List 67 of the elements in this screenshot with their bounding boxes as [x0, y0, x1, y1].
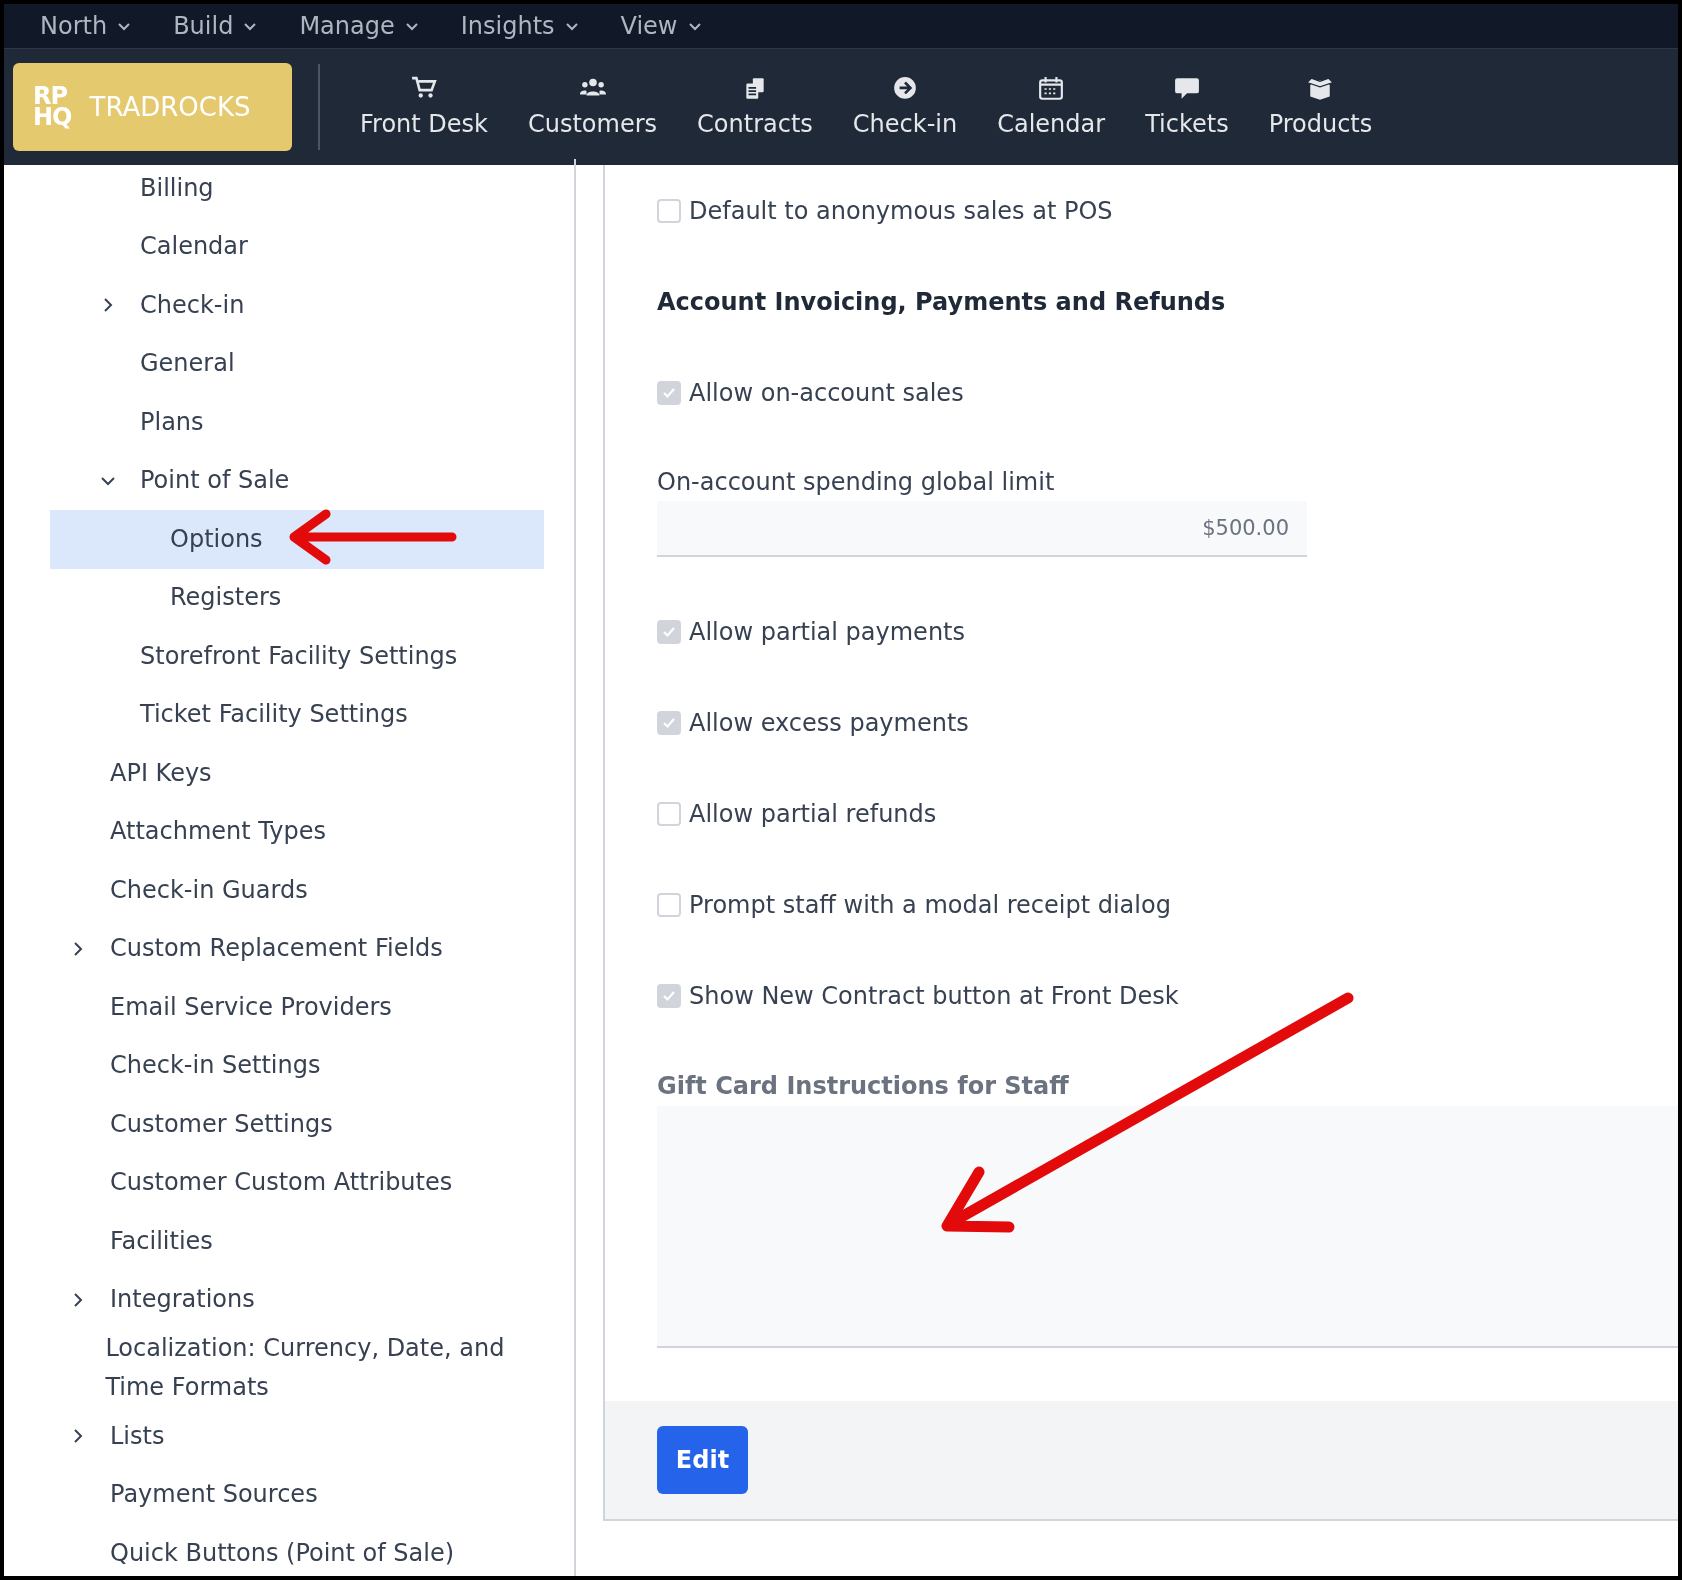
logo-name: TRADROCKS	[89, 92, 251, 122]
sidebar-item[interactable]: Facilities	[50, 1212, 544, 1271]
sidebar-item[interactable]: Quick Buttons (Point of Sale)	[50, 1524, 544, 1576]
checkbox[interactable]	[657, 710, 681, 735]
chevron-icon	[117, 21, 132, 31]
sidebar-item[interactable]: Localization: Currency, Date, and Time Formats	[50, 1329, 544, 1407]
box-icon	[1306, 76, 1335, 102]
checkbox-label: Allow partial payments	[689, 617, 965, 646]
nav-item[interactable]: Check-in	[836, 70, 974, 144]
checkbox-label: Prompt staff with a modal receipt dialog	[689, 890, 1171, 919]
nav-item[interactable]: Front Desk	[344, 70, 504, 144]
nav-item[interactable]: Tickets	[1129, 70, 1245, 144]
checkbox-label: Allow on-account sales	[689, 378, 964, 407]
calendar-icon	[1037, 76, 1066, 102]
nav-item[interactable]: Customers	[512, 70, 674, 144]
sidebar-item[interactable]: Customer Custom Attributes	[50, 1153, 544, 1212]
sidebar-item[interactable]: Point of Sale	[50, 451, 544, 510]
menu-item[interactable]: Manage	[295, 12, 423, 40]
checkbox-label: Allow excess payments	[689, 708, 969, 737]
checkbox[interactable]	[657, 892, 681, 917]
sidebar-item[interactable]: Plans	[50, 393, 544, 452]
menu-item[interactable]: Insights	[456, 12, 583, 40]
checkbox[interactable]	[657, 198, 681, 223]
nav-item[interactable]: Products	[1252, 70, 1389, 144]
sidebar-item[interactable]: Lists	[50, 1407, 544, 1466]
field-label: Gift Card Instructions for Staff	[657, 1072, 1070, 1100]
sidebar-item[interactable]: Ticket Facility Settings	[50, 685, 544, 744]
sidebar-item[interactable]: Customer Settings	[50, 1095, 544, 1154]
sidebar-item[interactable]: Payment Sources	[50, 1465, 544, 1524]
nav-item[interactable]: Contracts	[681, 70, 829, 144]
field-label: On-account spending global limit	[657, 468, 1056, 496]
checkbox[interactable]	[657, 983, 681, 1008]
checkbox-label: Show New Contract button at Front Desk	[689, 981, 1179, 1010]
edit-button[interactable]: Edit	[657, 1426, 748, 1494]
checkbox[interactable]	[657, 801, 681, 826]
sidebar-item[interactable]: Registers	[50, 568, 544, 627]
sidebar-item[interactable]: Custom Replacement Fields	[50, 919, 544, 978]
chevron-icon	[687, 21, 702, 31]
input-field[interactable]: $500.00	[657, 501, 1307, 557]
checkbox-label: Default to anonymous sales at POS	[689, 196, 1113, 225]
section-heading: Account Invoicing, Payments and Refunds	[657, 286, 1227, 318]
logo-mark: RP	[33, 86, 68, 107]
sidebar-item[interactable]: Attachment Types	[50, 802, 544, 861]
menu-item[interactable]: Build	[169, 12, 262, 40]
sidebar-item[interactable]: Billing	[50, 159, 544, 218]
sidebar-item[interactable]: Calendar	[50, 217, 544, 276]
sidebar-item[interactable]: Storefront Facility Settings	[50, 627, 544, 686]
sidebar-item[interactable]: Check-in Settings	[50, 1036, 544, 1095]
menu-item[interactable]: North	[36, 12, 136, 40]
sidebar-item[interactable]: Check-in	[50, 276, 544, 335]
sidebar-item[interactable]: API Keys	[50, 744, 544, 803]
sidebar-item[interactable]: Integrations	[50, 1270, 544, 1329]
menu-item[interactable]: View	[616, 12, 706, 40]
text-area[interactable]	[657, 1106, 1678, 1348]
logo-mark: HQ	[33, 107, 72, 128]
chevron-icon	[564, 21, 579, 31]
arrow-circle-icon	[891, 76, 919, 102]
sidebar-item[interactable]: Email Service Providers	[50, 978, 544, 1037]
chevron-icon	[243, 21, 258, 31]
checkbox-label: Allow partial refunds	[689, 799, 937, 828]
sidebar-item[interactable]: Options	[50, 510, 544, 569]
checkbox[interactable]	[657, 380, 681, 405]
sidebar-item[interactable]: General	[50, 334, 544, 393]
sidebar-item[interactable]: Check-in Guards	[50, 861, 544, 920]
checkbox[interactable]	[657, 619, 681, 644]
chevron-icon	[404, 21, 419, 31]
nav-item[interactable]: Calendar	[981, 70, 1122, 144]
